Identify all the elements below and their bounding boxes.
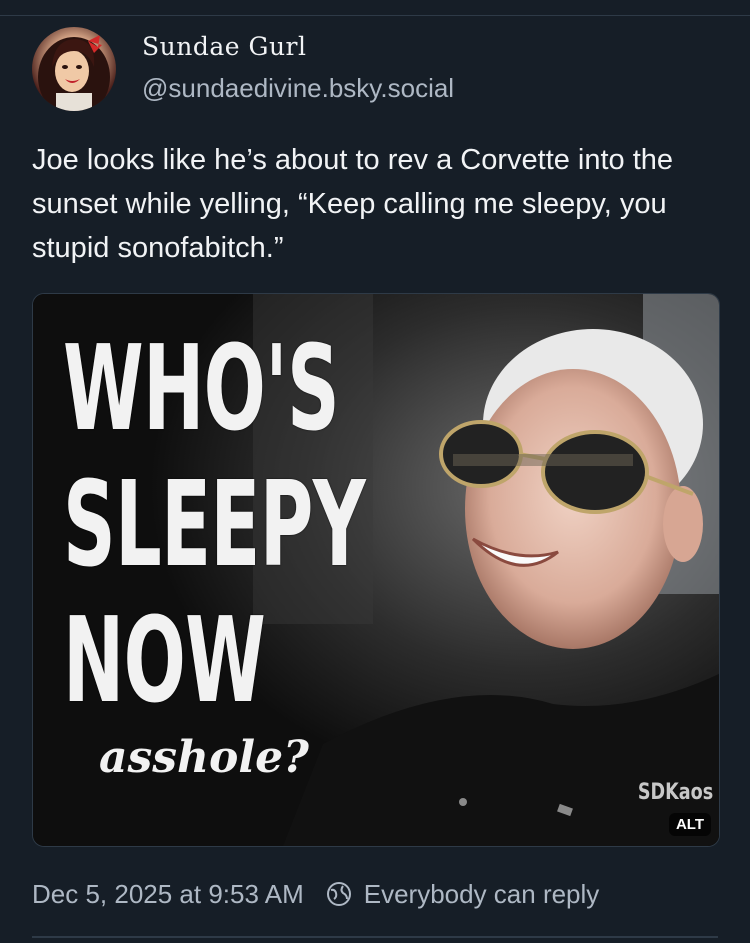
top-divider [0, 15, 750, 16]
post-image[interactable]: WHO'S SLEEPY NOW asshole? SDKaos ALT [32, 293, 720, 847]
watermark: SDKaos [637, 780, 713, 805]
handle[interactable]: @sundaedivine.bsky.social [142, 70, 454, 106]
meme-line-4: asshole? [99, 732, 309, 783]
author-names: Sundae Gurl @sundaedivine.bsky.social [142, 32, 454, 106]
avatar-woman-red-bow-icon [38, 35, 110, 111]
reply-setting[interactable]: Everybody can reply [326, 878, 600, 910]
bottom-divider [32, 936, 718, 938]
meme-line-3: NOW [63, 591, 266, 729]
timestamp[interactable]: Dec 5, 2025 at 9:53 AM [32, 879, 304, 910]
post-footer: Dec 5, 2025 at 9:53 AM Everybody can rep… [32, 876, 599, 912]
alt-badge[interactable]: ALT [668, 813, 711, 836]
meme-line-1: WHO'S [63, 319, 340, 457]
avatar[interactable] [32, 27, 116, 111]
post-header: Sundae Gurl @sundaedivine.bsky.social [32, 27, 454, 111]
globe-icon [326, 881, 352, 907]
reply-setting-label: Everybody can reply [363, 878, 600, 909]
post-text: Joe looks like he’s about to rev a Corve… [32, 144, 674, 264]
display-name[interactable]: Sundae Gurl [142, 32, 454, 62]
meme-line-2: SLEEPY [63, 455, 366, 593]
